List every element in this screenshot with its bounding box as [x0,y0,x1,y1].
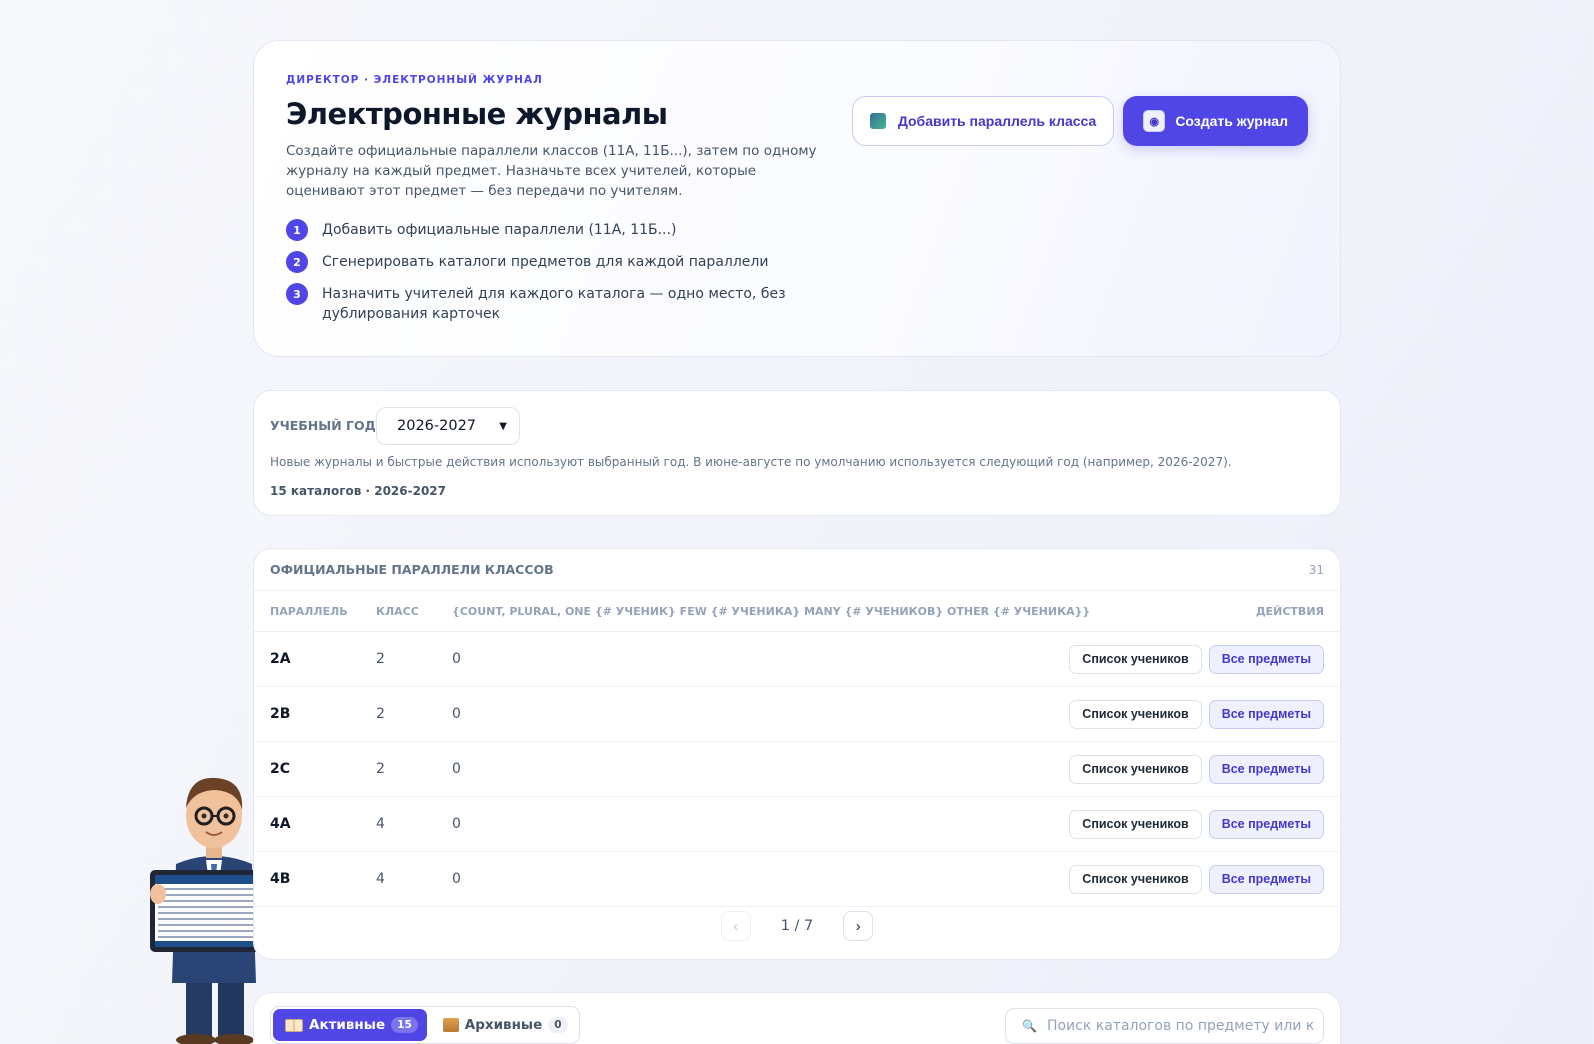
steps-list: 1 Добавить официальные параллели (11А, 1… [286,219,806,334]
table-row: 2C 2 0 Список учеников Все предметы [254,742,1340,797]
open-book-icon [285,1018,303,1032]
student-list-button[interactable]: Список учеников [1069,699,1202,729]
book-icon [869,113,886,129]
catalogs-card: Активные 15 Архивные 0 🔍 [253,992,1341,1044]
page-description: Создайте официальные параллели классов (… [286,143,817,199]
parallels-table-header: ОФИЦИАЛЬНЫЕ ПАРАЛЛЕЛИ КЛАССОВ 31 [254,549,1340,591]
row-actions: Список учеников Все предметы [1069,754,1324,784]
table-row: 2A 2 0 Список учеников Все предметы [254,632,1340,687]
cell-students: 0 [452,706,461,722]
cell-grade: 4 [376,871,385,887]
table-row: 2B 2 0 Список учеников Все предметы [254,687,1340,742]
search-icon: 🔍 [1022,1019,1037,1033]
academic-year-note: Новые журналы и быстрые действия использ… [270,455,1232,469]
create-journal-label: Создать журнал [1175,113,1288,129]
row-actions: Список учеников Все предметы [1069,699,1324,729]
step-number: 3 [286,283,308,305]
next-page-button[interactable]: › [843,911,874,941]
catalog-search: 🔍 [1005,1008,1324,1044]
add-parallel-button[interactable]: Добавить параллель класса [851,96,1115,146]
cell-grade: 2 [376,706,385,722]
cell-grade: 4 [376,816,385,832]
add-parallel-label: Добавить параллель класса [897,113,1097,129]
academic-year-select[interactable]: 2026-2027 ▼ [376,407,520,445]
column-header-parallel: ПАРАЛЛЕЛЬ [270,604,348,618]
parallels-table-title: ОФИЦИАЛЬНЫЕ ПАРАЛЛЕЛИ КЛАССОВ [270,562,554,577]
cell-parallel: 4B [270,871,291,887]
step-number: 1 [286,219,308,241]
cell-grade: 2 [376,761,385,777]
cell-grade: 2 [376,651,385,667]
all-subjects-button[interactable]: Все предметы [1208,864,1324,894]
chevron-down-icon: ▼ [499,420,507,432]
cell-students: 0 [452,816,461,832]
all-subjects-button[interactable]: Все предметы [1208,699,1324,729]
page-eyebrow: ДИРЕКТОР · ЭЛЕКТРОННЫЙ ЖУРНАЛ [286,74,543,86]
academic-year-card: УЧЕБНЫЙ ГОД 2026-2027 ▼ Новые журналы и … [253,390,1341,516]
prev-page-button[interactable]: ‹ [720,911,751,941]
step-item: 2 Сгенерировать каталоги предметов для к… [286,251,806,273]
row-actions: Список учеников Все предметы [1069,644,1324,674]
tab-archived-count: 0 [548,1017,568,1033]
archive-box-icon [442,1018,459,1032]
journal-icon: ◉ [1143,110,1166,132]
catalog-status-tabs: Активные 15 Архивные 0 [270,1006,580,1044]
tab-active-label: Активные [309,1017,386,1033]
student-list-button[interactable]: Список учеников [1069,809,1202,839]
hero-card: ДИРЕКТОР · ЭЛЕКТРОННЫЙ ЖУРНАЛ Электронны… [253,40,1341,357]
page-indicator: 1 / 7 [780,918,814,934]
parallels-table-card: ОФИЦИАЛЬНЫЕ ПАРАЛЛЕЛИ КЛАССОВ 31 ПАРАЛЛЕ… [253,548,1341,960]
row-actions: Список учеников Все предметы [1069,809,1324,839]
step-number: 2 [286,251,308,273]
student-list-button[interactable]: Список учеников [1069,644,1202,674]
create-journal-button[interactable]: ◉ Создать журнал [1123,96,1308,146]
cell-parallel: 2A [270,651,291,667]
step-text: Добавить официальные параллели (11А, 11Б… [322,222,677,238]
catalog-count: 15 каталогов · 2026-2027 [270,484,447,498]
tab-active-count: 15 [391,1017,418,1033]
academic-year-label: УЧЕБНЫЙ ГОД [270,418,376,433]
cell-parallel: 2B [270,706,291,722]
cell-parallel: 2C [270,761,291,777]
cell-students: 0 [452,871,461,887]
all-subjects-button[interactable]: Все предметы [1208,809,1324,839]
table-column-headers: ПАРАЛЛЕЛЬ КЛАСС {COUNT, PLURAL, ONE {# У… [254,591,1340,632]
step-text: Сгенерировать каталоги предметов для каж… [322,254,769,270]
tab-archived[interactable]: Архивные 0 [431,1009,577,1041]
parallels-total-count: 31 [1308,562,1324,577]
all-subjects-button[interactable]: Все предметы [1208,644,1324,674]
step-item: 3 Назначить учителей для каждого каталог… [286,283,806,324]
student-list-button[interactable]: Список учеников [1069,754,1202,784]
column-header-actions: ДЕЙСТВИЯ [1255,604,1324,618]
column-header-grade: КЛАСС [376,604,419,618]
all-subjects-button[interactable]: Все предметы [1208,754,1324,784]
academic-year-value: 2026-2027 [397,418,477,434]
student-list-button[interactable]: Список учеников [1069,864,1202,894]
step-text: Назначить учителей для каждого каталога … [322,286,786,322]
table-row: 4B 4 0 Список учеников Все предметы [254,852,1340,907]
tab-active[interactable]: Активные 15 [273,1009,427,1041]
pagination: ‹ 1 / 7 › [254,911,1340,941]
step-item: 1 Добавить официальные параллели (11А, 1… [286,219,806,241]
catalog-search-input[interactable] [1046,1018,1313,1034]
hero-actions: Добавить параллель класса ◉ Создать журн… [851,96,1308,146]
cell-students: 0 [452,761,461,777]
cell-students: 0 [452,651,461,667]
column-header-students: {COUNT, PLURAL, ONE {# УЧЕНИК} FEW {# УЧ… [452,604,1091,618]
row-actions: Список учеников Все предметы [1069,864,1324,894]
page-title: Электронные журналы [286,97,668,131]
tab-archived-label: Архивные [464,1017,543,1033]
cell-parallel: 4A [270,816,291,832]
table-row: 4A 4 0 Список учеников Все предметы [254,797,1340,852]
